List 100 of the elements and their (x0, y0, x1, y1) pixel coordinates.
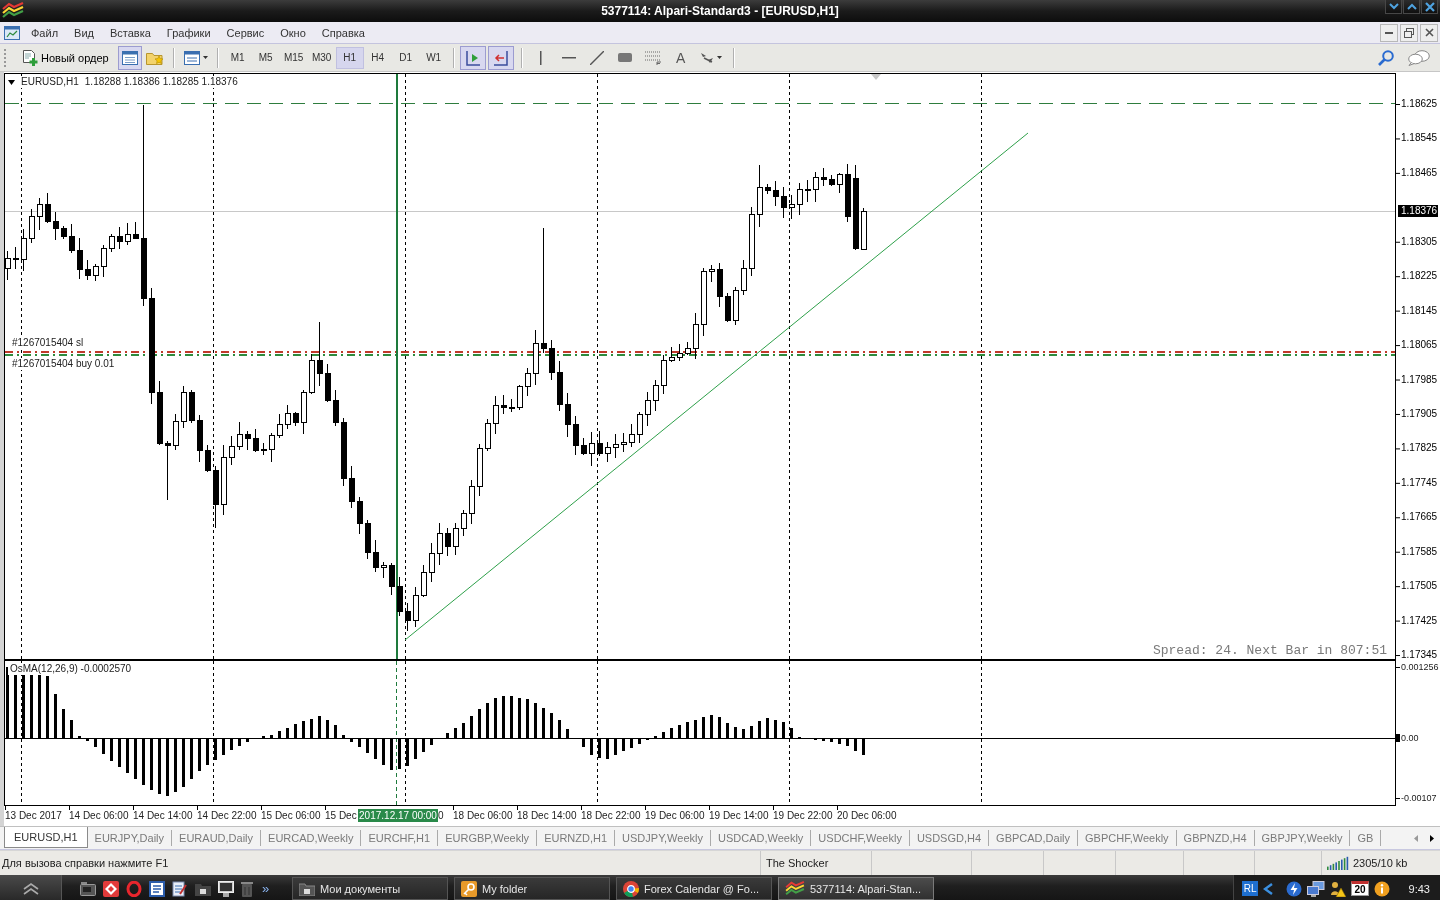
taskbar-button[interactable]: Forex Calendar @ Fo... (616, 877, 772, 900)
close-button[interactable] (1421, 0, 1438, 14)
timeframe-button[interactable]: W1 (419, 46, 448, 69)
price-label: 1.18305 (1401, 235, 1438, 248)
language-indicator[interactable]: RL (1241, 881, 1259, 896)
person-warning-icon[interactable] (1330, 880, 1347, 897)
info-icon[interactable] (1373, 880, 1390, 897)
time-label: 14 Dec 06:00 (69, 810, 129, 822)
dropdown-triangle-icon[interactable] (8, 79, 15, 85)
folder-icon (299, 881, 315, 896)
menu-item[interactable]: Сервис (218, 26, 273, 39)
chart-tab[interactable]: USDJPY,Weekly (615, 830, 711, 846)
chart-tab[interactable]: GBPJPY,Weekly (1254, 830, 1351, 846)
more-button[interactable]: » (260, 881, 272, 896)
chart-tab[interactable]: EURCHF,H1 (361, 830, 439, 846)
menu-item[interactable]: Окно (272, 26, 314, 39)
lightning-icon[interactable] (1286, 880, 1303, 897)
vertical-line-icon (539, 50, 542, 65)
bin-icon[interactable] (241, 880, 253, 897)
time-label: 19 Dec 14:00 (709, 810, 769, 822)
price-label: 1.18465 (1401, 166, 1438, 179)
chart-tab[interactable]: EURNZD,H1 (537, 830, 616, 846)
minimize-button[interactable] (1385, 0, 1402, 14)
calendar-day[interactable]: 20 (1351, 881, 1369, 896)
time-label: 14 Dec 22:00 (197, 810, 257, 822)
time-label: 20 Dec 06:00 (837, 810, 897, 822)
minimize-button[interactable] (1380, 23, 1398, 42)
chart-tab[interactable]: USDSGD,H4 (909, 830, 990, 846)
symbol-label: EURUSD,H1 (21, 76, 79, 88)
horizontal-level-line[interactable] (5, 103, 1395, 104)
window-title: 5377114: Alpari-Standard3 - [EURUSD,H1] (600, 4, 840, 18)
chart-template-icon (183, 50, 200, 65)
chart-tab[interactable]: EURUSD,H1 (4, 827, 88, 848)
menu-item[interactable]: Файл (23, 26, 67, 39)
chevron-down-icon (1388, 3, 1399, 10)
pen-document-icon[interactable] (172, 880, 188, 897)
timeframe-button[interactable]: H1 (335, 46, 364, 69)
price-label: 1.17345 (1401, 649, 1438, 662)
monitors-icon[interactable] (1307, 880, 1326, 897)
time-label: 0 (438, 810, 444, 822)
taskbar-button[interactable]: My folder (454, 877, 610, 900)
speech-bubbles-icon (1408, 49, 1430, 66)
maximize-button[interactable] (1403, 0, 1420, 14)
minimize-icon (1385, 31, 1393, 34)
list-window-icon (121, 50, 138, 65)
chart-tab[interactable]: GBPCHF,Weekly (1078, 830, 1177, 846)
caret-icon (716, 56, 722, 59)
auto-scroll-button[interactable] (487, 45, 514, 70)
chart-tab[interactable]: EURAUD,Daily (172, 830, 262, 846)
menu-item[interactable]: Вид (66, 26, 102, 39)
taskbar-button[interactable]: 5377114: Alpari-Stan... (778, 877, 934, 900)
toolbar-grip[interactable] (4, 48, 7, 67)
device-icon[interactable] (80, 881, 96, 896)
time-label: 15 Dec 06:00 (261, 810, 321, 822)
ohlc-values: 1.18288 1.18386 1.18285 1.18376 (84, 76, 238, 88)
timeframe-button[interactable]: M15 (279, 46, 308, 69)
triangle-right-icon (1430, 834, 1434, 842)
price-label: 1.18225 (1401, 270, 1438, 283)
timeframe-button[interactable]: D1 (391, 46, 420, 69)
diagonal-line-icon (589, 50, 604, 65)
taskbar-button[interactable]: Мои документы (292, 877, 448, 900)
document-icon[interactable] (149, 880, 165, 897)
chart-tab[interactable]: GBPNZD,H4 (1176, 830, 1255, 846)
menu-item[interactable]: Графики (158, 26, 219, 39)
restore-button[interactable] (1400, 23, 1418, 42)
chart-shift-button[interactable] (459, 45, 486, 70)
start-button[interactable] (0, 875, 62, 900)
close-button[interactable] (1420, 23, 1438, 42)
menu-item[interactable]: Вставка (101, 26, 159, 39)
chart-tab[interactable]: EURJPY,Daily (87, 830, 173, 846)
chart-tab[interactable]: EURCAD,Weekly (261, 830, 362, 846)
diamond-tile-icon[interactable] (103, 880, 119, 897)
chart-tab[interactable]: GB (1350, 830, 1382, 846)
monitor-icon[interactable] (218, 880, 234, 897)
price-label: 1.18545 (1401, 132, 1438, 145)
list-button[interactable] (117, 45, 142, 70)
ring-icon[interactable] (126, 880, 142, 897)
menu-item[interactable]: Справка (313, 26, 373, 39)
chart-tab[interactable]: USDCAD,Weekly (711, 830, 812, 846)
text-tool-button[interactable]: A (667, 45, 694, 70)
timeframe-button[interactable]: M30 (307, 46, 336, 69)
chart-window-icon[interactable] (4, 25, 20, 40)
axis-triangle-icon (464, 49, 481, 66)
chart-tab[interactable]: GBPCAD,Daily (989, 830, 1079, 846)
price-label: 1.17505 (1401, 580, 1438, 593)
timeframe-button[interactable]: H4 (363, 46, 392, 69)
cursor-time-label: 2017.12.17 00:00 (358, 809, 438, 822)
shift-marker-icon[interactable] (871, 74, 881, 80)
timeframe-button[interactable]: M1 (223, 46, 252, 69)
chart-tab[interactable]: EURGBP,Weekly (438, 830, 538, 846)
stripes-logo-icon (2, 2, 24, 20)
axis-arrow-icon (492, 49, 509, 66)
timeframe-button[interactable]: M5 (251, 46, 280, 69)
folder-icon[interactable] (195, 881, 211, 896)
new-order-button[interactable]: Новый ордер (17, 45, 114, 70)
traffic-text: 2305/10 kb (1353, 857, 1408, 869)
chevron-left-icon[interactable] (1263, 882, 1274, 895)
chart-tab[interactable]: USDCHF,Weekly (811, 830, 910, 846)
restore-icon (1404, 27, 1414, 38)
triangle-left-icon (1414, 834, 1418, 842)
